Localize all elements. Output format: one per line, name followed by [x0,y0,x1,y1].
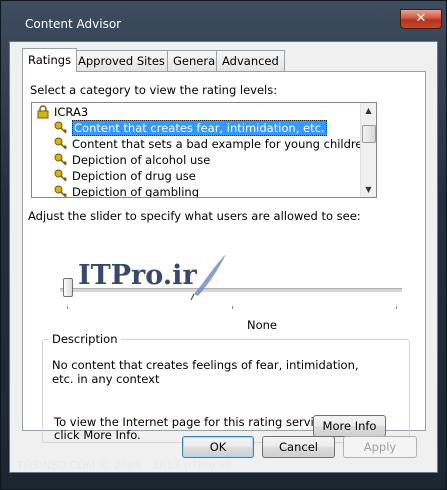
slider-tick [67,306,68,309]
ok-button[interactable]: OK [182,436,254,458]
scroll-up-icon[interactable]: ▲ [361,103,376,118]
tab-ratings[interactable]: Ratings [22,48,78,72]
apply-button[interactable]: Apply [343,436,417,458]
key-icon [54,137,68,150]
more-info-hint-line1: To view the Internet page for this ratin… [54,415,331,429]
content-advisor-window: Content Advisor ✕ Ratings Approved Sites… [0,0,447,490]
tab-general-label: General [173,54,219,68]
dialog-client-area: Ratings Approved Sites General Advanced … [9,41,438,473]
description-legend: Description [49,332,121,346]
lock-icon [37,105,49,119]
scroll-thumb[interactable] [362,125,376,143]
select-category-label: Select a category to view the rating lev… [30,83,278,97]
listbox-scrollbar[interactable]: ▲ ▼ [360,103,376,197]
slider-tick [396,306,397,309]
tab-advanced[interactable]: Advanced [216,50,285,71]
category-listbox[interactable]: ICRA3 Content that creates fear, intimid… [31,102,377,198]
itpro-watermark-logo: ITPro.ir [78,254,226,301]
close-icon: ✕ [415,11,427,26]
description-text: No content that creates feelings of fear… [52,358,359,386]
close-button[interactable]: ✕ [400,9,442,29]
category-label: ICRA3 [54,105,89,119]
tab-approved-sites-label: Approved Sites [78,54,165,68]
rating-slider-thumb[interactable] [63,278,73,297]
cancel-button[interactable]: Cancel [262,436,335,458]
slider-tick [232,306,233,309]
window-title: Content Advisor [25,17,122,31]
more-info-button[interactable]: More Info [313,415,386,437]
category-label: Content that sets a bad example for youn… [72,137,370,151]
slider-level-name: None [247,318,278,332]
category-label: Depiction of drug use [72,169,196,183]
slider-instruction-label: Adjust the slider to specify what users … [28,209,361,223]
scroll-down-icon[interactable]: ▼ [361,182,376,197]
key-icon [54,153,68,166]
copyright-overlay-text: TOSINSO.COM © 2009 - 2013 (ITPro.ir) [17,459,231,472]
category-label: Depiction of gambling [72,185,199,198]
category-label: Depiction of alcohol use [72,153,211,167]
svg-text:ITPro.ir: ITPro.ir [78,260,197,291]
description-groupbox: Description No content that creates feel… [42,332,410,443]
tab-advanced-label: Advanced [222,54,279,68]
key-icon [54,121,68,134]
more-info-hint-line2: click More Info. [54,428,141,442]
tab-ratings-label: Ratings [28,53,72,67]
tab-approved-sites[interactable]: Approved Sites [72,50,171,71]
key-icon [54,185,68,197]
key-icon [54,169,68,182]
category-label: Content that creates fear, intimidation,… [72,120,327,136]
